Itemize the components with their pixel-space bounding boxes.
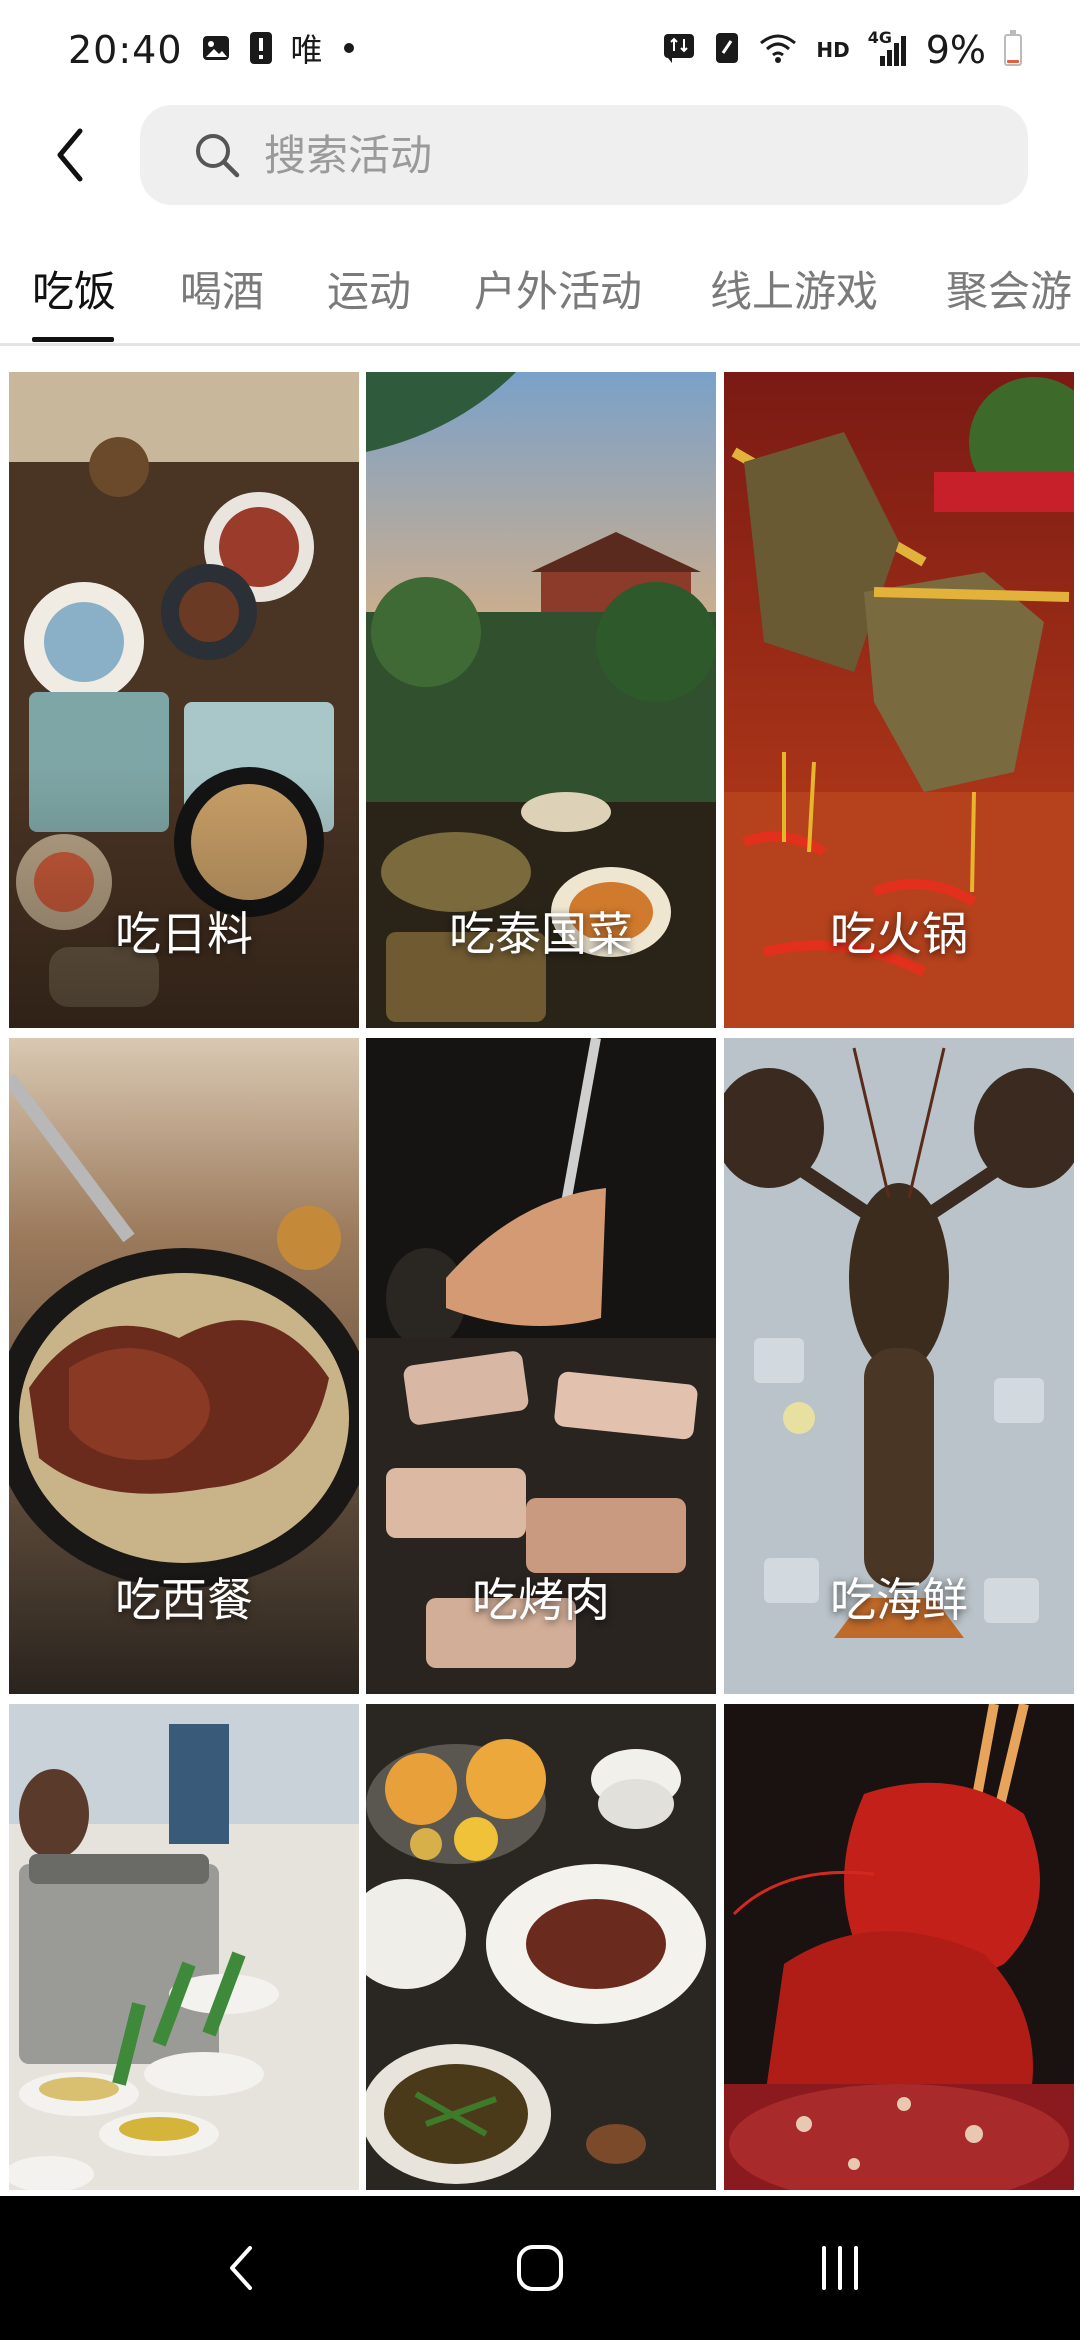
alert-icon [249, 31, 273, 69]
gallery-icon [201, 33, 231, 67]
back-arrow-icon [57, 128, 83, 182]
tab-active-indicator [32, 337, 114, 342]
tile-buffet[interactable] [9, 1704, 359, 2190]
tile-label: 吃火锅 [830, 907, 968, 961]
battery-percent: 9% [925, 28, 986, 72]
tile-label: 吃西餐 [115, 1573, 253, 1627]
wifi-icon [758, 31, 798, 69]
status-time: 20:40 [68, 28, 183, 72]
search-icon [196, 134, 240, 178]
tab-party-games[interactable]: 聚会游 [946, 258, 1072, 319]
nav-home-button[interactable] [480, 2218, 600, 2318]
network-hd: HD [816, 38, 850, 62]
status-right: HD 4G 9% [662, 28, 1022, 72]
tile-seafood[interactable]: 吃海鲜 [724, 1038, 1074, 1694]
tile-label: 吃烤肉 [472, 1573, 610, 1627]
sim-icon [714, 31, 740, 69]
search-box[interactable] [140, 105, 1028, 205]
tile-hotpot[interactable]: 吃火锅 [724, 372, 1074, 1028]
status-left: 20:40 唯 [68, 28, 357, 72]
tab-online-games[interactable]: 线上游戏 [710, 258, 878, 319]
tile-crayfish[interactable] [724, 1704, 1074, 2190]
tab-sports[interactable]: 运动 [327, 258, 411, 319]
home-icon [517, 2245, 563, 2291]
tile-chinese-dishes[interactable] [366, 1704, 716, 2190]
tile-label: 吃泰国菜 [449, 907, 633, 961]
tile-thai-food[interactable]: 吃泰国菜 [366, 372, 716, 1028]
activity-grid: 吃日料 吃泰国菜 吃火锅 吃西餐 吃烤肉 吃海鲜 [0, 370, 1080, 2190]
tile-western-food[interactable]: 吃西餐 [9, 1038, 359, 1694]
tile-label: 吃日料 [115, 907, 253, 961]
recent-apps-icon [822, 2246, 858, 2290]
tab-outdoor[interactable]: 户外活动 [474, 258, 642, 319]
crayfish-image [724, 1704, 1074, 2190]
signal-icon: 4G [868, 28, 908, 68]
tile-japanese-food[interactable]: 吃日料 [9, 372, 359, 1028]
carrier-text: 唯 [290, 31, 323, 69]
tile-label: 吃海鲜 [830, 1573, 968, 1627]
nav-recent-apps-button[interactable] [780, 2218, 900, 2318]
status-bar: 20:40 唯 HD 4G 9% [0, 0, 1080, 100]
back-button[interactable] [0, 100, 140, 210]
chinese-dishes-image [366, 1704, 716, 2190]
nav-back-button[interactable] [180, 2218, 300, 2318]
tab-eat[interactable]: 吃饭 [32, 258, 116, 319]
tile-bbq[interactable]: 吃烤肉 [366, 1038, 716, 1694]
sync-icon [662, 31, 696, 69]
category-tabs: 吃饭 喝酒 运动 户外活动 线上游戏 聚会游 [0, 240, 1080, 346]
buffet-image [9, 1704, 359, 2190]
tab-drink[interactable]: 喝酒 [180, 258, 264, 319]
battery-icon [1004, 30, 1022, 66]
header [0, 100, 1080, 210]
search-input[interactable] [262, 129, 966, 181]
app-root: 20:40 唯 HD 4G 9% 搜索活动 吃饭 喝酒 运动 户外活动 线上游戏… [0, 0, 1080, 2340]
dot-icon [341, 40, 357, 60]
back-icon [230, 2246, 252, 2290]
battery-level [1007, 60, 1019, 63]
system-nav-bar [0, 2196, 1080, 2340]
